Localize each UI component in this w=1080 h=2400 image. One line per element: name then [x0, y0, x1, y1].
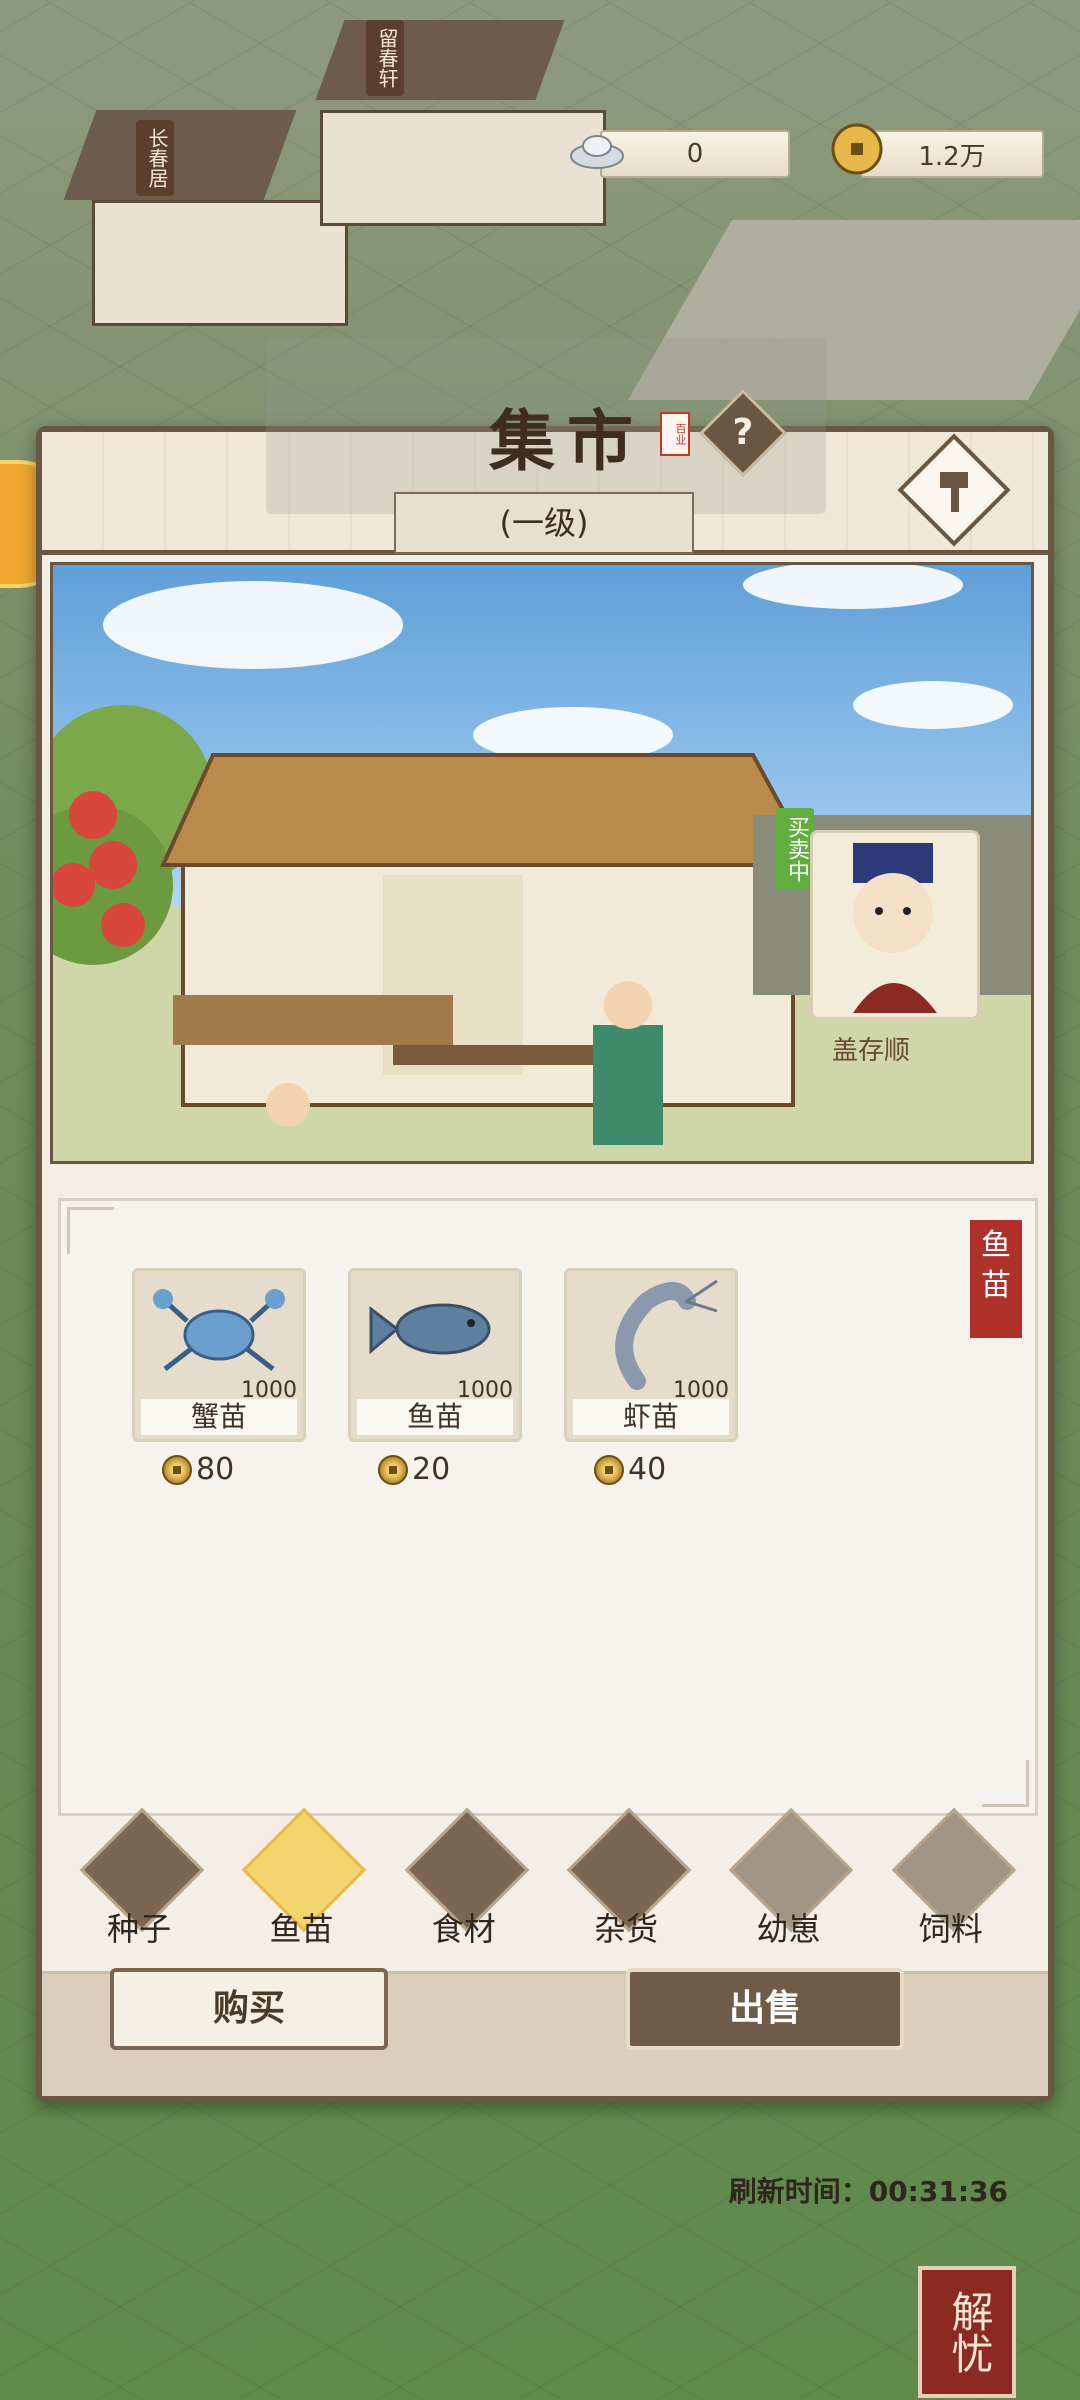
silver-ingot-icon — [570, 135, 624, 169]
silver-counter: 0 — [600, 130, 790, 178]
category-tag: 鱼苗 — [970, 1220, 1022, 1338]
frame-corner — [67, 1207, 114, 1254]
coin-icon — [162, 1454, 192, 1485]
merchant-avatar — [853, 843, 937, 1013]
sell-button[interactable]: 出售 — [626, 1968, 904, 2050]
merchant-portrait[interactable] — [810, 830, 980, 1020]
trading-status-tag: 买卖中 — [776, 808, 814, 890]
item-price: 20 — [378, 1452, 520, 1487]
coin-icon — [378, 1454, 408, 1485]
tab-cubs[interactable]: 幼崽 — [713, 1807, 863, 1948]
map-building[interactable] — [320, 110, 606, 226]
coin-icon — [594, 1454, 624, 1485]
map-roof — [63, 110, 297, 200]
refresh-label: 刷新时间： — [728, 2175, 869, 2208]
map-building[interactable] — [92, 200, 348, 326]
tab-label: 种子 — [107, 1910, 172, 1948]
tab-label: 食材 — [431, 1910, 496, 1948]
hammer-icon — [940, 472, 968, 512]
jieyou-corner-button[interactable]: 解忧 — [918, 2266, 1016, 2398]
copper-amount: 1.2万 — [918, 141, 986, 172]
item-card[interactable]: 1000 虾苗 — [564, 1268, 738, 1442]
refresh-timer: 刷新时间：00:31:36 — [729, 2170, 1008, 2210]
item-price-value: 40 — [628, 1452, 667, 1487]
tab-fry[interactable]: 鱼苗 — [226, 1807, 376, 1948]
market-panel: 集市 百业 ? (一级) 买卖中 盖存顺 鱼苗 1000 蟹苗 80 1000 … — [36, 338, 1054, 2208]
help-icon: ? — [732, 412, 754, 453]
tab-label: 鱼苗 — [269, 1910, 334, 1948]
crab-icon — [153, 1289, 285, 1371]
merchant-name: 盖存顺 — [832, 1036, 911, 1066]
category-tabs: 种子 鱼苗 食材 杂货 幼崽 饲料 — [58, 1807, 1032, 1948]
tab-feed[interactable]: 饲料 — [876, 1807, 1026, 1948]
tab-label: 杂货 — [594, 1910, 659, 1948]
item-card[interactable]: 1000 鱼苗 — [348, 1268, 522, 1442]
market-level: (一级) — [394, 492, 694, 554]
tab-sundries[interactable]: 杂货 — [551, 1807, 701, 1948]
upgrade-hammer-button[interactable] — [897, 433, 1011, 547]
shrimp-icon — [615, 1279, 718, 1390]
item-price: 40 — [594, 1452, 736, 1487]
refresh-time: 00:31:36 — [868, 2175, 1008, 2208]
buy-button[interactable]: 购买 — [110, 1968, 388, 2050]
tab-seeds[interactable]: 种子 — [64, 1807, 214, 1948]
tab-ingredients[interactable]: 食材 — [389, 1807, 539, 1948]
tab-label: 饲料 — [918, 1910, 983, 1948]
map-roof — [315, 20, 565, 100]
frame-corner — [982, 1760, 1029, 1807]
item-name: 蟹苗 — [141, 1399, 297, 1435]
silver-amount: 0 — [686, 139, 704, 169]
building-sign-changchunju[interactable]: 长春居 — [136, 120, 174, 196]
building-sign-liuchunxuan[interactable]: 留春轩 — [366, 20, 404, 96]
goods-item-shrimp[interactable]: 1000 虾苗 40 — [564, 1268, 738, 1487]
panel-header: 集市 百业 ? (一级) — [42, 338, 1048, 555]
goods-item-fish[interactable]: 1000 鱼苗 20 — [348, 1268, 522, 1487]
item-card[interactable]: 1000 蟹苗 — [132, 1268, 306, 1442]
item-name: 虾苗 — [573, 1399, 729, 1435]
item-price-value: 20 — [412, 1452, 451, 1487]
tab-label: 幼崽 — [756, 1910, 821, 1948]
item-price: 80 — [162, 1452, 304, 1487]
title-seal: 百业 — [660, 412, 690, 456]
item-name: 鱼苗 — [357, 1399, 513, 1435]
item-price-value: 80 — [196, 1452, 235, 1487]
copper-coin-icon — [831, 123, 883, 175]
fish-icon — [369, 1303, 491, 1355]
goods-item-crab[interactable]: 1000 蟹苗 80 — [132, 1268, 306, 1487]
